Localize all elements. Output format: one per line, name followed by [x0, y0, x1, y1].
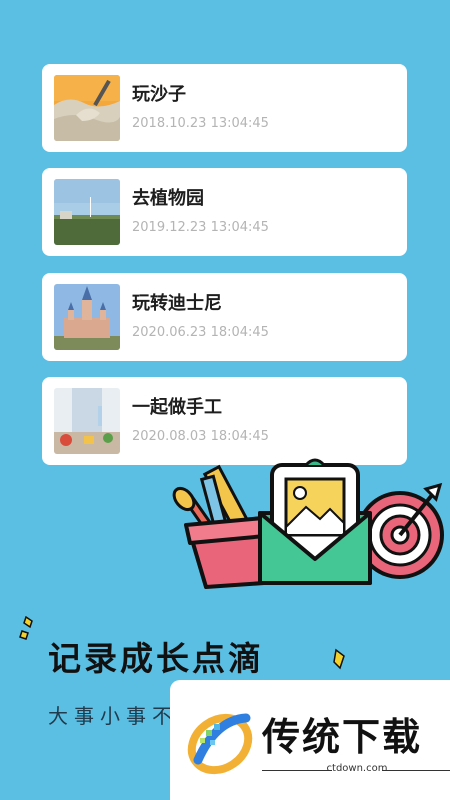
- entry-title: 玩沙子: [132, 84, 186, 105]
- entry-title: 去植物园: [132, 188, 204, 209]
- download-site-url: ctdown.com: [326, 763, 388, 774]
- entry-timestamp: 2020.08.03 18:04:45: [132, 429, 269, 444]
- promo-sub-slogan: 大事小事不: [48, 704, 178, 728]
- sparkle-icon: [333, 648, 345, 670]
- entry-timestamp: 2019.12.23 13:04:45: [132, 220, 269, 235]
- list-item[interactable]: 玩沙子 2018.10.23 13:04:45: [42, 64, 407, 152]
- sparkle-icon: [19, 615, 33, 640]
- craft-photo-thumbnail: [54, 388, 120, 454]
- list-item[interactable]: 去植物园 2019.12.23 13:04:45: [42, 168, 407, 256]
- download-site-watermark: 传统下载 ctdown.com: [170, 680, 450, 800]
- entry-timestamp: 2018.10.23 13:04:45: [132, 116, 269, 131]
- list-item[interactable]: 一起做手工 2020.08.03 18:04:45: [42, 377, 407, 465]
- list-item[interactable]: 玩转迪士尼 2020.06.23 18:04:45: [42, 273, 407, 361]
- entry-timestamp: 2020.06.23 18:04:45: [132, 325, 269, 340]
- download-site-title: 传统下载: [262, 715, 423, 759]
- entry-title: 一起做手工: [132, 397, 222, 418]
- promo-slogan: 记录成长点滴: [48, 639, 264, 678]
- garden-photo-thumbnail: [54, 179, 120, 245]
- memories-illustration: [172, 458, 444, 589]
- castle-photo-thumbnail: [54, 284, 120, 350]
- sand-photo-thumbnail: [54, 75, 120, 141]
- envelope-photo-icon: [258, 458, 372, 585]
- entry-title: 玩转迪士尼: [132, 293, 222, 314]
